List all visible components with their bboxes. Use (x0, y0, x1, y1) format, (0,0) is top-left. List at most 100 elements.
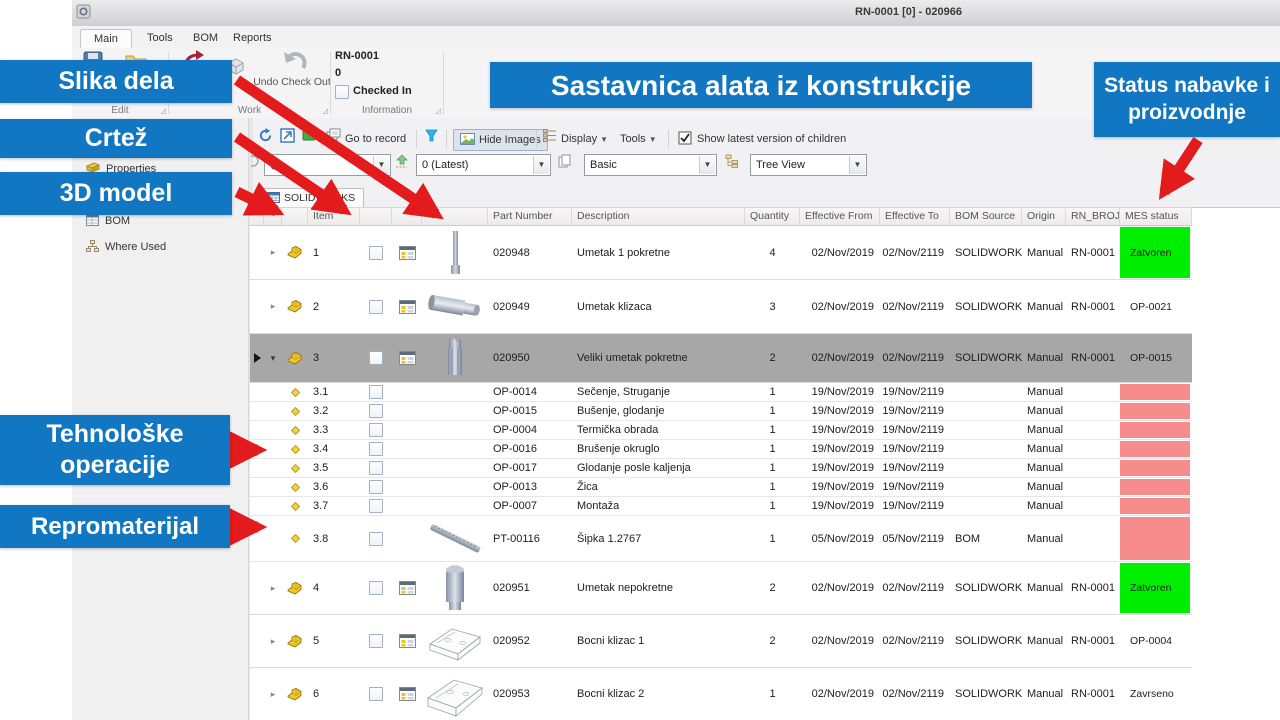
table-row-3.3[interactable]: 3.3OP-0004Termička obrada119/Nov/201919/… (250, 421, 1192, 440)
information-group-launcher-icon[interactable]: ◿ (436, 107, 441, 115)
part-thumbnail-hcyl (422, 280, 488, 333)
row-checkbox[interactable] (360, 402, 392, 420)
cell-rn: RN-0001 (1066, 615, 1120, 667)
cell-efrom: 05/Nov/2019 (800, 516, 880, 561)
column-header-dicon[interactable] (392, 208, 422, 225)
table-row-3.6[interactable]: 3.6OP-0013Žica119/Nov/201919/Nov/2119Man… (250, 478, 1192, 497)
column-header-efrom[interactable]: Effective From (800, 208, 880, 225)
go-to-record-button[interactable]: Go to record (345, 128, 406, 150)
row-checkbox[interactable] (360, 478, 392, 496)
collapse-icon[interactable]: ▾ (264, 334, 282, 382)
column-header-ticon[interactable] (282, 208, 308, 225)
sidebar-item-bom[interactable]: BOM (86, 214, 130, 232)
version-combobox[interactable]: 0 (Latest)▼ (416, 154, 551, 176)
quick-filter-combobox[interactable]: @▼ (264, 154, 391, 176)
edit-group-launcher-icon[interactable]: ◿ (161, 107, 166, 115)
display-tree-icon[interactable] (543, 128, 557, 150)
table-row-3.4[interactable]: 3.4OP-0016Brušenje okruglo119/Nov/201919… (250, 440, 1192, 459)
ribbon-tab-row: Main Tools BOM Reports (72, 26, 1280, 48)
cell-ind (250, 516, 264, 561)
table-row-3[interactable]: ▾3020950Veliki umetak pokretne202/Nov/20… (250, 334, 1192, 383)
undo-check-out-label[interactable]: Undo Check Out (252, 76, 332, 88)
column-header-item[interactable]: Item (308, 208, 360, 225)
table-row-3.8[interactable]: 3.8PT-00116Šipka 1.2767105/Nov/201905/No… (250, 516, 1192, 562)
row-checkbox[interactable] (360, 421, 392, 439)
mode-combobox[interactable]: Tree View▼ (750, 154, 867, 176)
open-in-window-icon[interactable] (280, 128, 295, 150)
column-header-desc[interactable]: Description (572, 208, 745, 225)
refresh-icon[interactable] (258, 128, 273, 150)
row-checkbox[interactable] (360, 334, 392, 382)
column-header-cb[interactable] (360, 208, 392, 225)
row-checkbox[interactable] (360, 226, 392, 279)
table-row-3.7[interactable]: 3.7OP-0007Montaža119/Nov/201919/Nov/2119… (250, 497, 1192, 516)
row-checkbox[interactable] (360, 497, 392, 515)
filter-icon[interactable] (425, 128, 438, 150)
show-latest-checkbox[interactable] (678, 128, 692, 150)
cell-mes: Zavrseno (1120, 668, 1192, 720)
table-row-2[interactable]: ▸2020949Umetak klizaca302/Nov/201902/Nov… (250, 280, 1192, 334)
column-header-pn[interactable]: Part Number (488, 208, 572, 225)
expand-icon[interactable]: ▸ (264, 280, 282, 333)
work-group-launcher-icon[interactable]: ◿ (323, 107, 328, 115)
display-menu[interactable]: Display▼ (561, 128, 608, 150)
show-latest-label[interactable]: Show latest version of children (697, 128, 846, 150)
expand-icon[interactable]: ▸ (264, 562, 282, 614)
cell-item: 1 (308, 226, 360, 279)
column-header-qty[interactable]: Quantity (745, 208, 800, 225)
expand-icon[interactable]: ▸ (264, 615, 282, 667)
expand-icon[interactable]: ▸ (264, 668, 282, 720)
drawing-icon[interactable] (392, 615, 422, 667)
column-header-exp[interactable] (264, 208, 282, 225)
annotation-label-repromaterijal: Repromaterijal (0, 505, 230, 548)
table-row-6[interactable]: ▸6020953Bocni klizac 2102/Nov/201902/Nov… (250, 668, 1192, 720)
export-icon[interactable] (302, 128, 316, 150)
expand-icon[interactable]: ▸ (264, 226, 282, 279)
record-nav-icon[interactable] (251, 154, 263, 176)
drawing-icon[interactable] (392, 334, 422, 382)
column-header-mes[interactable]: MES status (1120, 208, 1192, 225)
column-header-rn[interactable]: RN_BROJ (1066, 208, 1120, 225)
table-row-3.2[interactable]: 3.2OP-0015Bušenje, glodanje119/Nov/20191… (250, 402, 1192, 421)
row-checkbox[interactable] (360, 459, 392, 477)
table-row-5[interactable]: ▸5020952Bocni klizac 1202/Nov/201902/Nov… (250, 615, 1192, 668)
cell-efrom: 02/Nov/2019 (800, 562, 880, 614)
drawing-icon[interactable] (392, 226, 422, 279)
ribbon-tab-reports[interactable]: Reports (220, 29, 285, 48)
drawing-icon[interactable] (392, 562, 422, 614)
view-combobox[interactable]: Basic▼ (584, 154, 717, 176)
column-header-src[interactable]: BOM Source (950, 208, 1022, 225)
row-checkbox[interactable] (360, 440, 392, 458)
column-header-origin[interactable]: Origin (1022, 208, 1066, 225)
row-checkbox[interactable] (360, 383, 392, 401)
drawing-icon[interactable] (392, 668, 422, 720)
go-to-record-icon[interactable] (326, 128, 342, 150)
tools-menu[interactable]: Tools▼ (620, 128, 657, 150)
column-header-eto[interactable]: Effective To (880, 208, 950, 225)
row-checkbox[interactable] (360, 668, 392, 720)
table-row-1[interactable]: ▸1020948Umetak 1 pokretne402/Nov/201902/… (250, 226, 1192, 280)
checked-in-checkbox[interactable] (335, 85, 349, 99)
table-row-3.5[interactable]: 3.5OP-0017Glodanje posle kaljenja119/Nov… (250, 459, 1192, 478)
drawing-icon[interactable] (392, 280, 422, 333)
ribbon-tab-tools[interactable]: Tools (134, 29, 186, 48)
tab-solidworks[interactable]: SOLIDWORKS (258, 188, 364, 207)
row-checkbox[interactable] (360, 280, 392, 333)
sidebar-item-where-used[interactable]: Where Used (86, 240, 166, 258)
tree-view-icon[interactable] (725, 154, 739, 176)
undo-check-out-icon[interactable] (281, 50, 309, 79)
column-header-ind[interactable] (250, 208, 264, 225)
column-header-img[interactable] (422, 208, 488, 225)
table-row-3.1[interactable]: 3.1OP-0014Sečenje, Struganje119/Nov/2019… (250, 383, 1192, 402)
row-checkbox[interactable] (360, 516, 392, 561)
row-checkbox[interactable] (360, 562, 392, 614)
table-row-4[interactable]: ▸4020951Umetak nepokretne202/Nov/201902/… (250, 562, 1192, 615)
cell-item: 3.8 (308, 516, 360, 561)
ribbon-tab-main[interactable]: Main (80, 29, 132, 49)
hide-images-button[interactable]: Hide Images (453, 129, 548, 151)
row-checkbox[interactable] (360, 615, 392, 667)
cell-exp (264, 516, 282, 561)
copy-view-icon[interactable] (558, 154, 571, 176)
cell-img (422, 402, 488, 420)
version-icon[interactable] (394, 154, 409, 176)
